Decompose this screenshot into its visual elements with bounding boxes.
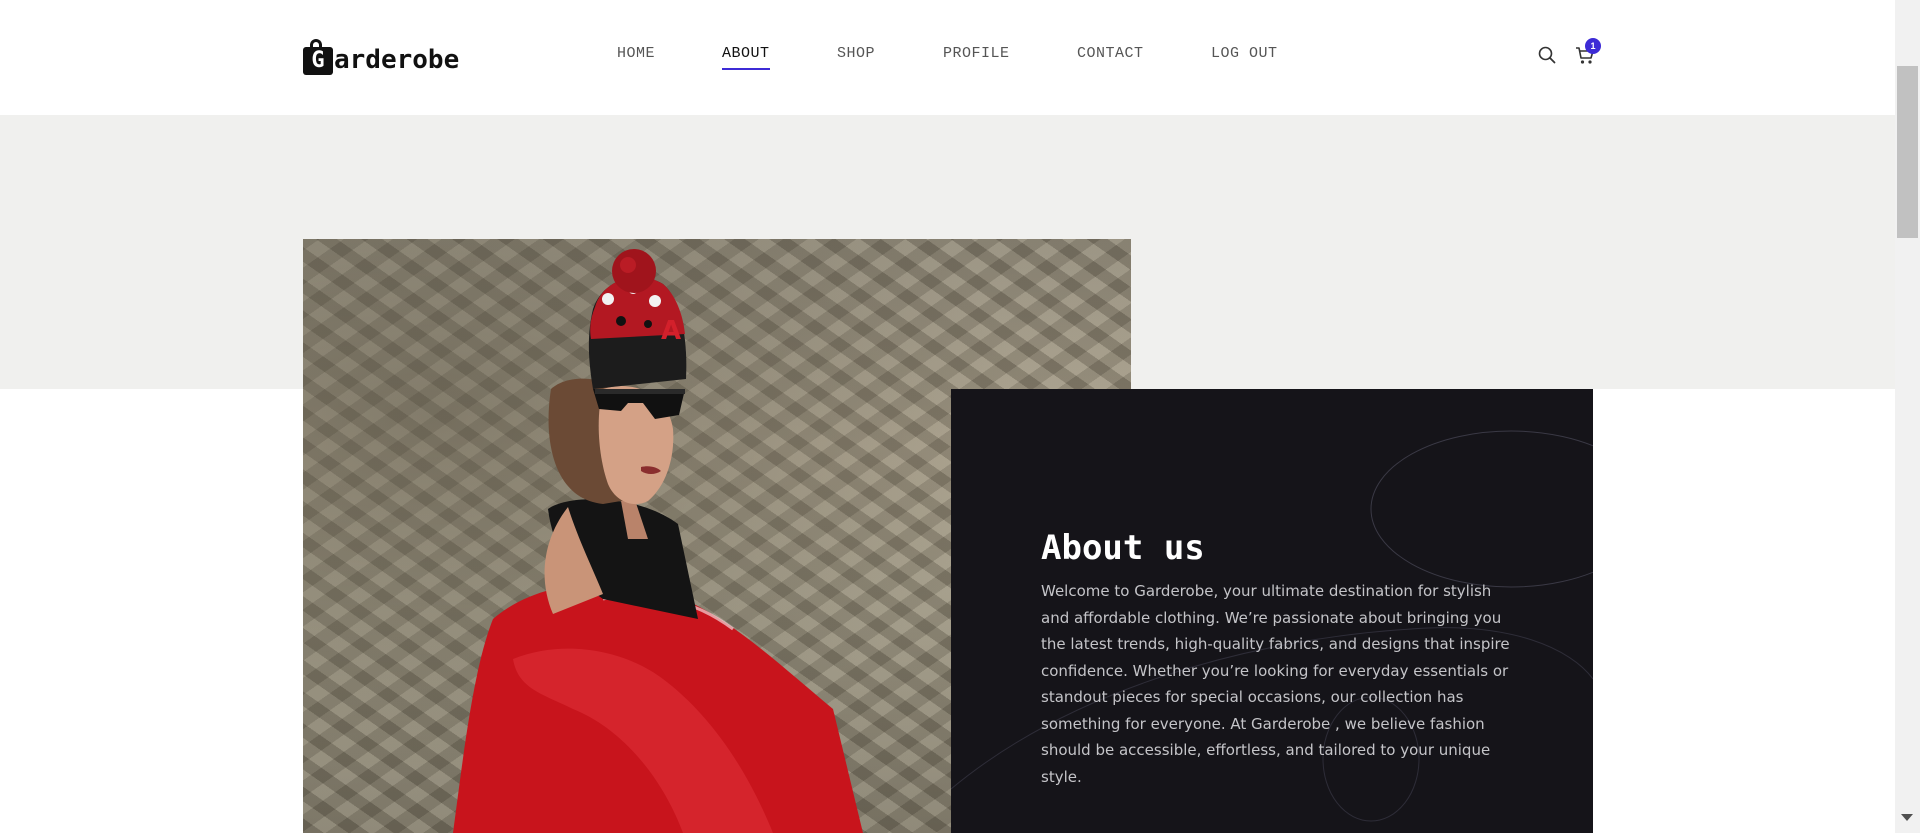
shopping-bag-icon: G [303,39,333,75]
svg-text:A: A [661,316,681,346]
brand-logo[interactable]: G arderobe [303,37,459,75]
cart-count-badge: 1 [1585,38,1601,54]
nav-home[interactable]: HOME [617,45,655,62]
site-header: G arderobe HOME ABOUT SHOP PROFILE CONTA… [0,0,1895,115]
nav-log-out[interactable]: LOG OUT [1211,45,1278,62]
logo-letter: G [303,47,333,75]
nav-about[interactable]: ABOUT [722,45,770,70]
search-icon[interactable] [1538,46,1556,64]
nav-shop[interactable]: SHOP [837,45,875,62]
brand-name: arderobe [334,45,460,75]
scroll-down-arrow-icon[interactable] [1901,814,1913,821]
about-card: About us Welcome to Garderobe, your ulti… [951,389,1593,833]
nav-profile[interactable]: PROFILE [943,45,1010,62]
page-scrollbar-thumb[interactable] [1897,66,1918,238]
nav-contact[interactable]: CONTACT [1077,45,1144,62]
about-description: Welcome to Garderobe, your ultimate dest… [1041,582,1510,786]
about-title: About us [1041,527,1205,568]
